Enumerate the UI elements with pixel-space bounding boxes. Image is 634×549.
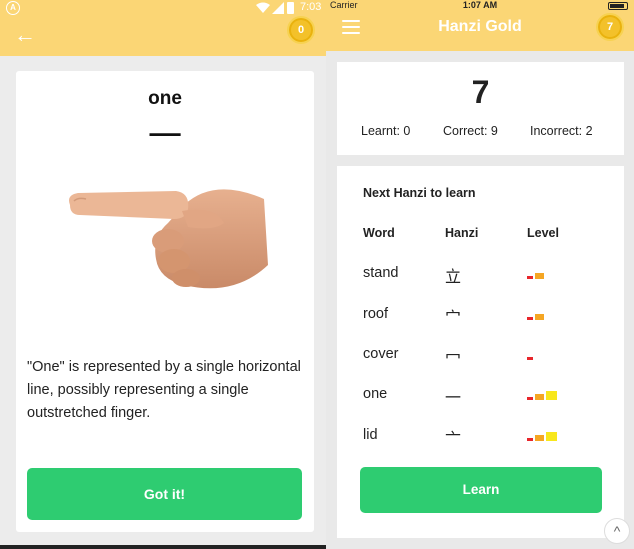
row-word: one	[363, 386, 388, 402]
row-word: roof	[363, 306, 388, 322]
ios-screen: Carrier 1:07 AM Hanzi Gold 7 7 Learnt: 0…	[326, 0, 634, 549]
level-bar	[535, 273, 544, 279]
hanzi-row[interactable]: roof 宀	[337, 306, 624, 346]
level-bar	[546, 391, 557, 400]
hanzi-row[interactable]: one 一	[337, 386, 624, 426]
expo-caret-icon[interactable]: ^	[604, 518, 630, 544]
android-screen: A 7:03 ← 0 one 一 "One" is represented by…	[0, 0, 326, 549]
section-heading: Next Hanzi to learn	[363, 186, 476, 200]
level-bar	[535, 314, 544, 320]
row-hanzi: 立	[445, 269, 462, 286]
app-comparison: A 7:03 ← 0 one 一 "One" is represented by…	[0, 0, 634, 549]
level-bar	[535, 435, 544, 441]
total-score: 7	[471, 74, 490, 110]
battery-icon	[287, 2, 294, 14]
level-bar	[527, 317, 533, 320]
row-hanzi: 冖	[445, 350, 462, 367]
level-bar	[527, 438, 533, 441]
wifi-icon	[256, 2, 270, 13]
ios-header: Carrier 1:07 AM Hanzi Gold 7	[326, 0, 634, 51]
next-hanzi-card: Next Hanzi to learn Word Hanzi Level sta…	[337, 166, 624, 538]
android-app-bar: ← 0	[0, 16, 326, 56]
hanzi-row[interactable]: cover 冖	[337, 346, 624, 386]
level-indicator	[527, 429, 567, 441]
level-indicator	[527, 388, 567, 400]
level-indicator	[527, 308, 567, 320]
lesson-card: one 一 "One" is represented by a single h…	[16, 71, 314, 532]
level-indicator	[527, 267, 567, 279]
back-arrow-icon[interactable]: ←	[14, 23, 36, 47]
signal-icon	[272, 2, 284, 14]
lesson-word: one	[148, 88, 182, 109]
pointing-finger-illustration	[69, 189, 268, 289]
column-header-level: Level	[527, 226, 559, 240]
row-hanzi: 亠	[445, 431, 462, 448]
column-header-hanzi: Hanzi	[445, 226, 479, 240]
level-bar	[527, 276, 533, 279]
hanzi-row[interactable]: lid 亠	[337, 427, 624, 467]
hanzi-row[interactable]: stand 立	[337, 265, 624, 305]
learn-button[interactable]: Learn	[360, 467, 602, 513]
level-bar	[535, 394, 544, 400]
row-hanzi: 宀	[445, 310, 462, 327]
level-bar	[527, 357, 533, 360]
row-hanzi: 一	[445, 390, 462, 407]
ios-status-bar: Carrier 1:07 AM	[326, 0, 634, 12]
correct-count: Correct: 9	[443, 124, 498, 138]
android-nav-bar	[0, 545, 326, 549]
lesson-hanzi: 一	[148, 118, 182, 156]
coin-counter[interactable]: 0	[287, 16, 315, 44]
score-card: 7 Learnt: 0 Correct: 9 Incorrect: 2	[337, 62, 624, 155]
column-header-word: Word	[363, 226, 395, 240]
lesson-description: "One" is represented by a single horizon…	[27, 359, 301, 421]
status-time: 7:03	[300, 1, 322, 13]
app-logo-icon: A	[6, 1, 20, 15]
level-indicator	[527, 348, 567, 360]
level-bar	[527, 397, 533, 400]
row-word: lid	[363, 427, 378, 443]
app-title: Hanzi Gold	[438, 18, 522, 35]
got-it-button[interactable]: Got it!	[27, 468, 302, 520]
level-bar	[546, 432, 557, 441]
coin-counter[interactable]: 7	[596, 13, 624, 41]
incorrect-count: Incorrect: 2	[530, 124, 593, 138]
battery-icon	[608, 2, 628, 10]
row-word: cover	[363, 346, 399, 362]
learnt-count: Learnt: 0	[361, 124, 411, 138]
android-status-bar: A 7:03	[0, 0, 326, 16]
status-time: 1:07 AM	[462, 0, 498, 10]
row-word: stand	[363, 265, 399, 281]
